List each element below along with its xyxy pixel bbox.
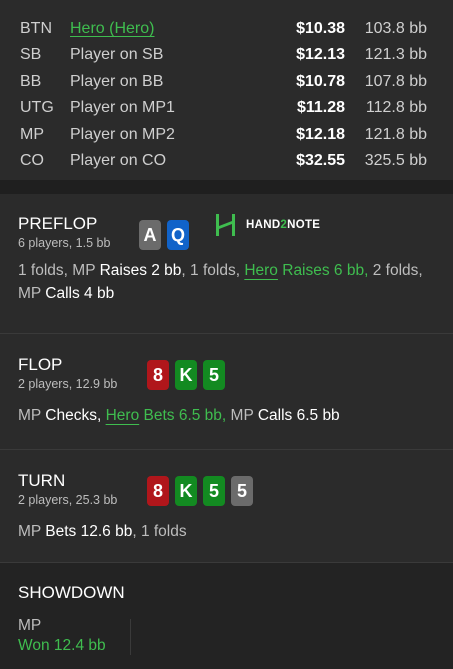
street-actions: MP Checks, Hero Bets 6.5 bb, MP Calls 6.… — [18, 407, 340, 424]
street-actions: MP Bets 12.6 bb, 1 folds — [18, 523, 187, 540]
street-turn: TURN 2 players, 25.3 bb 8 K 5 5 MP Bets … — [0, 449, 453, 565]
hero-link[interactable]: Hero — [106, 407, 140, 424]
player-stack-bb: 325.5 bb — [364, 151, 427, 169]
showdown-player: MP — [18, 617, 42, 634]
hole-card: A — [139, 220, 161, 250]
board-card: 5 — [203, 360, 225, 390]
player-row-btn: BTN Hero (Hero) $10.38 103.8 bb — [0, 16, 453, 42]
player-name: Player on CO — [70, 151, 167, 169]
player-name-hero[interactable]: Hero (Hero) — [70, 20, 154, 38]
street-summary: 6 players, 1.5 bb — [18, 236, 111, 250]
player-row-co: CO Player on CO $32.55 325.5 bb — [0, 148, 453, 174]
player-stack-bb: 103.8 bb — [364, 20, 427, 37]
street-summary: 2 players, 25.3 bb — [18, 493, 118, 507]
divider — [130, 619, 131, 655]
board-card: 8 — [147, 360, 169, 390]
street-preflop: PREFLOP 6 players, 1.5 bb A Q HAND2NOTE … — [0, 194, 453, 333]
player-stack-bb: 121.3 bb — [364, 46, 427, 64]
player-stack-dollars: $12.18 — [296, 125, 345, 143]
player-stack-dollars: $32.55 — [296, 151, 345, 169]
player-name: Player on BB — [70, 72, 164, 90]
player-stack-bb: 107.8 bb — [364, 72, 427, 90]
player-stack-bb: 112.8 bb — [365, 99, 427, 117]
street-summary: 2 players, 12.9 bb — [18, 377, 118, 391]
board-card: 5 — [231, 476, 253, 506]
street-title: TURN — [18, 471, 66, 490]
player-position: CO — [20, 151, 44, 169]
players-section: BTN Hero (Hero) $10.38 103.8 bb SB Playe… — [0, 0, 453, 180]
hole-card: Q — [167, 220, 189, 250]
player-stack-dollars: $10.38 — [296, 20, 345, 37]
board-card: K — [175, 476, 197, 506]
player-position: BB — [20, 72, 42, 90]
street-flop: FLOP 2 players, 12.9 bb 8 K 5 MP Checks,… — [0, 333, 453, 449]
player-position: SB — [20, 46, 42, 64]
street-actions: 1 folds, MP Raises 2 bb, 1 folds, Hero R… — [18, 262, 423, 302]
showdown-result: Won 12.4 bb — [18, 637, 106, 654]
player-row-mp: MP Player on MP2 $12.18 121.8 bb — [0, 122, 453, 148]
street-title: PREFLOP — [18, 214, 98, 233]
player-name: Player on MP2 — [70, 125, 175, 143]
hand2note-logo-text: HAND2NOTE — [246, 219, 321, 231]
hand2note-logo-icon — [216, 214, 235, 236]
street-title: SHOWDOWN — [18, 583, 125, 602]
player-name: Player on SB — [70, 46, 164, 64]
player-name: Player on MP1 — [70, 99, 175, 117]
player-stack-dollars: $12.13 — [296, 46, 345, 64]
player-row-sb: SB Player on SB $12.13 121.3 bb — [0, 42, 453, 68]
player-position: MP — [20, 125, 44, 143]
board-card: 5 — [203, 476, 225, 506]
player-stack-dollars: $11.28 — [296, 99, 345, 117]
board-card: 8 — [147, 476, 169, 506]
player-position: BTN — [20, 20, 52, 37]
hero-link[interactable]: Hero — [244, 262, 278, 279]
street-showdown: SHOWDOWN MP Won 12.4 bb — [0, 562, 453, 669]
player-stack-dollars: $10.78 — [296, 72, 345, 90]
hand2note-logo: HAND2NOTE — [214, 212, 334, 238]
player-position: UTG — [20, 99, 54, 117]
player-row-bb: BB Player on BB $10.78 107.8 bb — [0, 69, 453, 95]
street-title: FLOP — [18, 355, 63, 374]
player-stack-bb: 121.8 bb — [364, 125, 427, 143]
board-card: K — [175, 360, 197, 390]
player-row-utg: UTG Player on MP1 $11.28 112.8 bb — [0, 95, 453, 121]
